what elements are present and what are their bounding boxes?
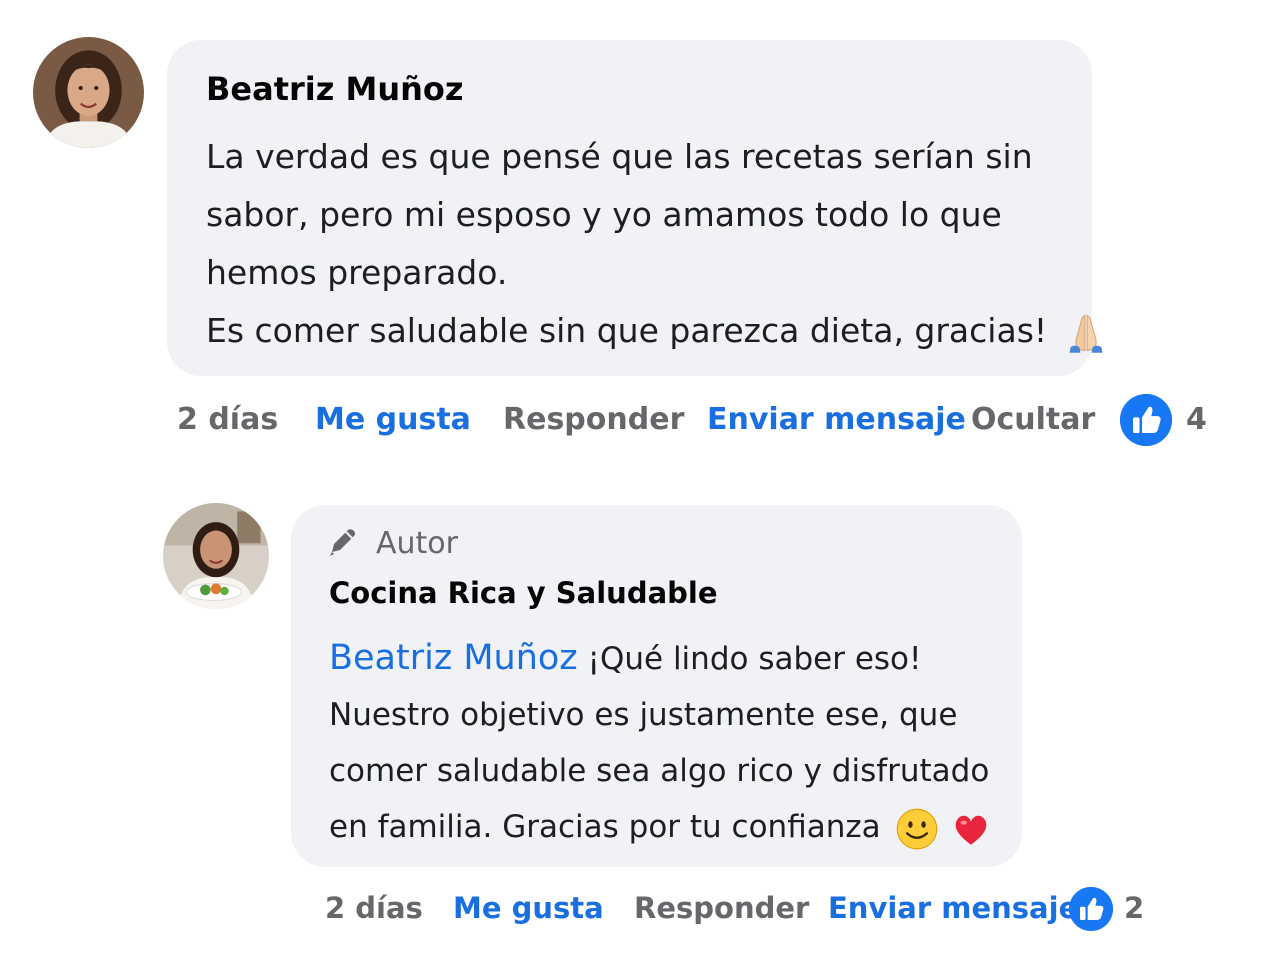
reply-text-line: Nuestro objetivo es justamente ese, que: [329, 697, 958, 733]
comment-timestamp[interactable]: 2 días: [177, 402, 278, 437]
reply-link[interactable]: Responder: [503, 402, 684, 437]
reply-actions: 2 días Me gusta Responder Enviar mensaje: [325, 891, 1085, 931]
comment-author-name[interactable]: Beatriz Muñoz: [206, 70, 464, 108]
like-count[interactable]: 4: [1186, 402, 1207, 437]
reply-text-first: ¡Qué lindo saber eso!: [587, 641, 922, 677]
comment-text-line: hemos preparado.: [206, 253, 508, 292]
page-avatar[interactable]: [163, 503, 269, 609]
pencil-icon: [326, 524, 360, 558]
reply-text-line: en familia. Gracias por tu confianza: [329, 799, 992, 855]
mention-link[interactable]: Beatriz Muñoz: [329, 638, 578, 678]
reply-text-line-text: en familia. Gracias por tu confianza: [329, 809, 881, 845]
comment-text-line: Es comer saludable sin que parezca dieta…: [206, 302, 1108, 360]
reply-like-link[interactable]: Me gusta: [453, 891, 604, 925]
reply-author-name[interactable]: Cocina Rica y Saludable: [329, 576, 718, 610]
reply-text-line: Beatriz Muñoz ¡Qué lindo saber eso!: [329, 630, 992, 687]
hide-link[interactable]: Ocultar: [971, 402, 1095, 437]
comment-actions: 2 días Me gusta Responder Enviar mensaje…: [177, 402, 1277, 442]
send-message-link[interactable]: Enviar mensaje: [707, 402, 966, 437]
author-badge-label: Autor: [376, 526, 458, 561]
comment-text-line-text: Es comer saludable sin que parezca dieta…: [206, 311, 1048, 350]
like-link[interactable]: Me gusta: [315, 402, 471, 437]
comment-text-line: sabor, pero mi esposo y yo amamos todo l…: [206, 195, 1002, 234]
comment-text: La verdad es que pensé que las recetas s…: [206, 128, 1108, 360]
red-heart-icon: [950, 808, 992, 850]
commenter-avatar[interactable]: [33, 37, 144, 148]
comment-thread: Beatriz Muñoz La verdad es que pensé que…: [0, 0, 1280, 960]
folded-hands-icon: [1064, 311, 1108, 355]
reply-send-message-link[interactable]: Enviar mensaje: [828, 891, 1078, 925]
reply-text: Beatriz Muñoz ¡Qué lindo saber eso! Nues…: [329, 630, 992, 855]
reply-reply-link[interactable]: Responder: [634, 891, 809, 925]
reply-text-line: comer saludable sea algo rico y disfruta…: [329, 753, 990, 789]
reply-like-count[interactable]: 2: [1124, 891, 1144, 925]
smiling-face-icon: [895, 807, 939, 851]
reply-like-reaction-icon[interactable]: [1069, 887, 1113, 931]
reply-timestamp[interactable]: 2 días: [325, 891, 423, 925]
like-reaction-icon[interactable]: [1120, 394, 1172, 446]
comment-text-line: La verdad es que pensé que las recetas s…: [206, 137, 1033, 176]
